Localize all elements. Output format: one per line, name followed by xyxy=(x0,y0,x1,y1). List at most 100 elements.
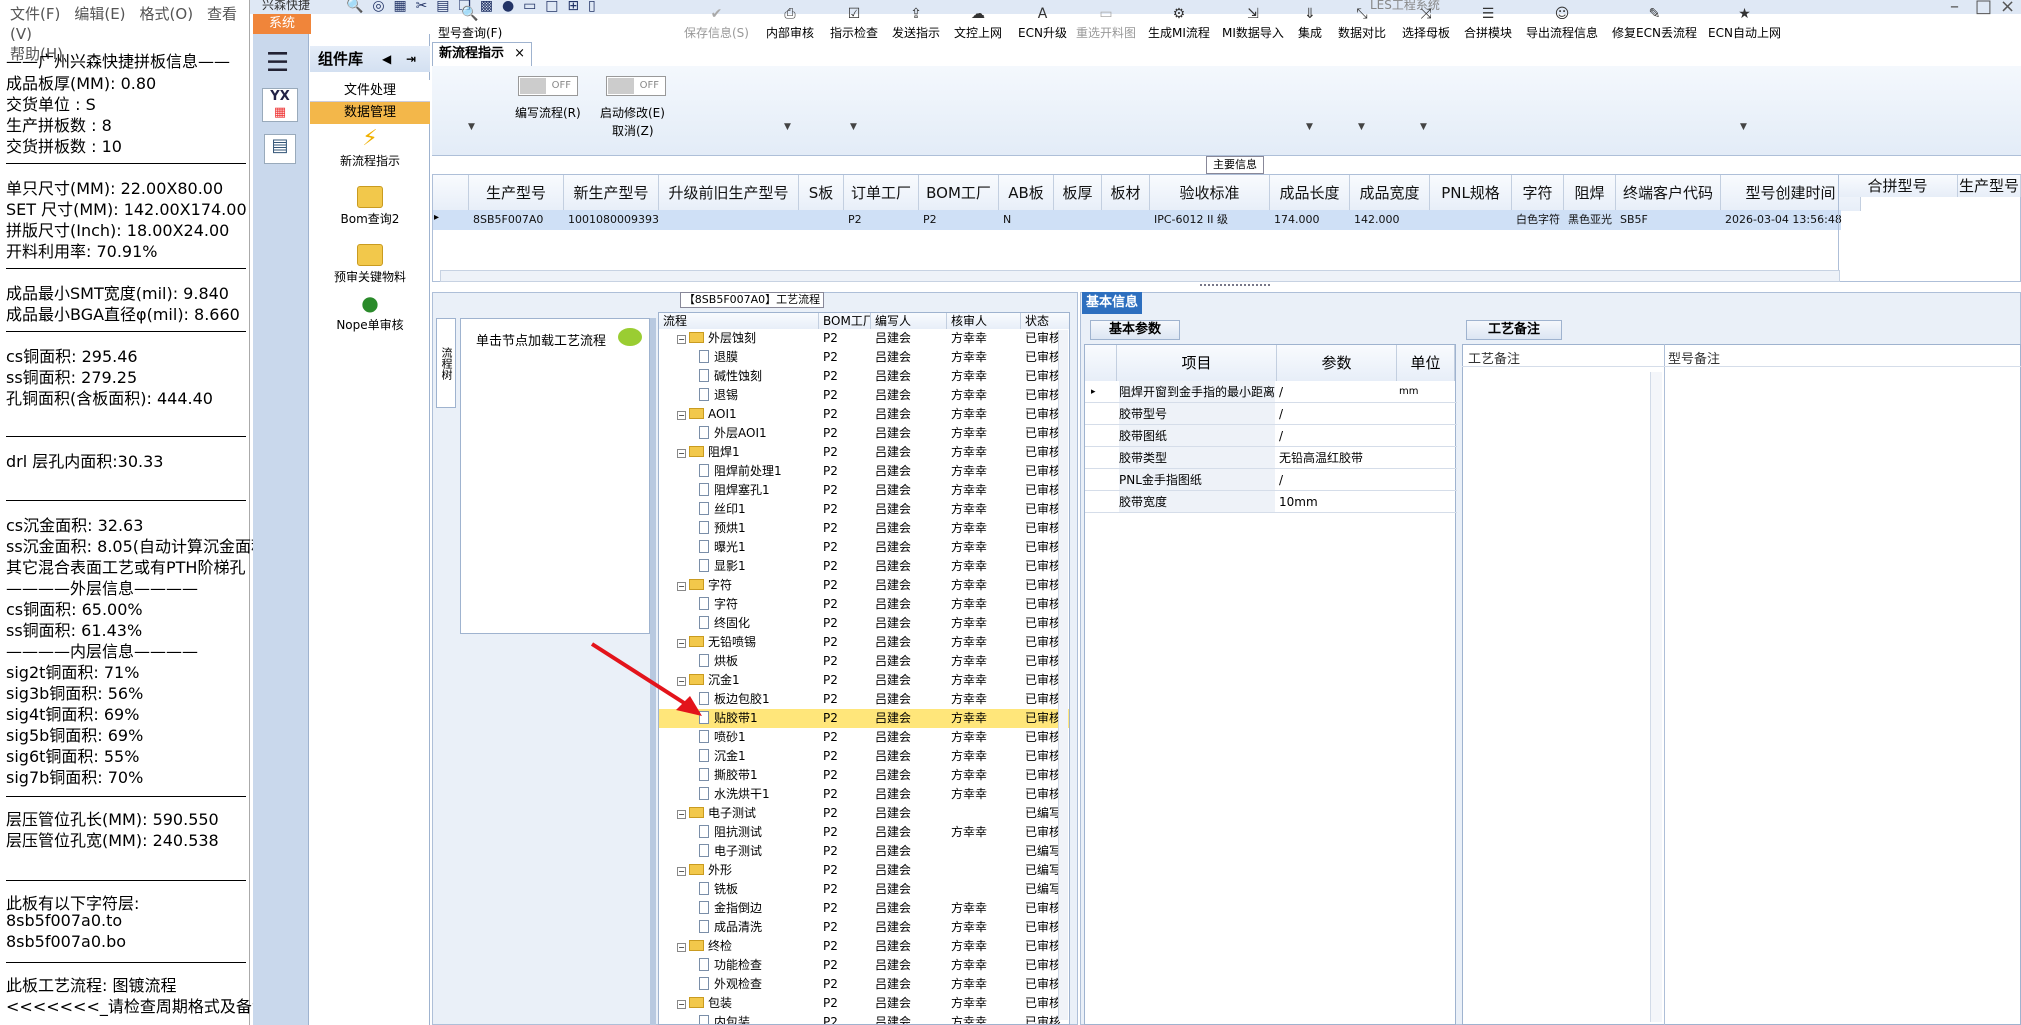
tab-file-processing[interactable]: 文件处理 xyxy=(310,80,430,102)
collapse-toggle-icon[interactable]: − xyxy=(677,1000,686,1009)
column-header[interactable]: 状态 xyxy=(1021,313,1069,329)
component-new-flow-indicator[interactable]: ⚡ 新流程指示 xyxy=(320,128,420,169)
tree-item-row[interactable]: 撕胶带1 P2 吕建会 方幸幸 已审核 xyxy=(659,766,1069,785)
edit-flow-toggle[interactable]: OFF xyxy=(518,76,578,96)
tree-node[interactable]: 外层AOI1 xyxy=(699,424,819,443)
tree-item-row[interactable]: 内包装 P2 吕建会 方幸幸 已审核 xyxy=(659,1013,1069,1024)
export-flow-button[interactable]: ☺ 导出流程信息 xyxy=(1526,6,1598,41)
tab-data-management[interactable]: 数据管理 xyxy=(310,102,430,124)
table-cell[interactable]: 174.000 xyxy=(1270,210,1350,230)
collapse-toggle-icon[interactable]: − xyxy=(677,411,686,420)
tree-node[interactable]: 外观检查 xyxy=(699,975,819,994)
tree-item-row[interactable]: 阻焊塞孔1 P2 吕建会 方幸幸 已审核 xyxy=(659,481,1069,500)
tree-node[interactable]: 预烘1 xyxy=(699,519,819,538)
tree-node[interactable]: 水洗烘干1 xyxy=(699,785,819,804)
tree-node[interactable]: 喷砂1 xyxy=(699,728,819,747)
tree-node[interactable]: 撕胶带1 xyxy=(699,766,819,785)
user-icon[interactable]: ● xyxy=(502,0,514,14)
tree-item-row[interactable]: 水洗烘干1 P2 吕建会 方幸幸 已审核 xyxy=(659,785,1069,804)
tree-node[interactable]: 阻抗测试 xyxy=(699,823,819,842)
table-cell[interactable]: IPC-6012 II 级 xyxy=(1150,210,1270,230)
table-row[interactable]: 胶带型号 / xyxy=(1085,403,1457,425)
collapse-toggle-icon[interactable]: − xyxy=(677,449,686,458)
chevron-down-icon[interactable]: ▼ xyxy=(850,122,857,132)
hamburger-menu-icon[interactable]: ☰ xyxy=(266,48,289,78)
collapse-toggle-icon[interactable]: − xyxy=(677,335,686,344)
tree-item-row[interactable]: 阻抗测试 P2 吕建会 方幸幸 已审核 xyxy=(659,823,1069,842)
chevron-down-icon[interactable]: ▼ xyxy=(784,122,791,132)
internal-review-button[interactable]: ⎙ 内部审核 xyxy=(766,6,814,41)
tree-folder-row[interactable]: − AOI1 P2 吕建会 方幸幸 已审核 xyxy=(659,405,1069,424)
column-header[interactable]: 单位 xyxy=(1397,345,1455,381)
tab-close-icon[interactable]: × xyxy=(514,43,525,65)
tree-node[interactable]: 碱性蚀刻 xyxy=(699,367,819,386)
indicator-check-button[interactable]: ☑ 指示检查 xyxy=(830,6,878,41)
tree-node[interactable]: 烘板 xyxy=(699,652,819,671)
tree-folder-row[interactable]: − 沉金1 P2 吕建会 方幸幸 已审核 xyxy=(659,671,1069,690)
tree-item-row[interactable]: 烘板 P2 吕建会 方幸幸 已审核 xyxy=(659,652,1069,671)
table-row[interactable]: ▸ 阻焊开窗到金手指的最小距离 / mm xyxy=(1085,381,1457,403)
table-cell[interactable]: 142.000 xyxy=(1350,210,1430,230)
collapse-toggle-icon[interactable]: − xyxy=(677,867,686,876)
tree-item-row[interactable]: 丝印1 P2 吕建会 方幸幸 已审核 xyxy=(659,500,1069,519)
tree-folder-row[interactable]: − 外形 P2 吕建会 已编写 xyxy=(659,861,1069,880)
column-header[interactable]: BOM工厂 xyxy=(819,313,871,329)
component-prereview-materials[interactable]: 预审关键物料 xyxy=(320,244,420,285)
splitter-grip[interactable] xyxy=(1200,284,1270,288)
table-cell[interactable] xyxy=(1430,210,1512,230)
tree-node[interactable]: − 外层蚀刻 xyxy=(677,329,819,348)
column-header[interactable]: 项目 xyxy=(1117,345,1277,381)
tree-folder-row[interactable]: − 电子测试 P2 吕建会 已编写 xyxy=(659,804,1069,823)
tree-node[interactable]: 板边包胶1 xyxy=(699,690,819,709)
cancel-button[interactable]: 取消(Z) xyxy=(612,122,654,139)
tab-basic-params[interactable]: 基本参数 xyxy=(1090,320,1180,340)
monitor-icon[interactable]: ▭ xyxy=(523,0,536,14)
table-cell[interactable]: N xyxy=(999,210,1054,230)
table-cell-param[interactable]: / xyxy=(1279,381,1395,403)
collapse-toggle-icon[interactable]: − xyxy=(677,582,686,591)
horizontal-scrollbar[interactable] xyxy=(440,270,1840,282)
globe-icon[interactable]: ◎ xyxy=(372,0,384,14)
tree-node[interactable]: 退膜 xyxy=(699,348,819,367)
tree-folder-row[interactable]: − 字符 P2 吕建会 方幸幸 已审核 xyxy=(659,576,1069,595)
tree-item-row[interactable]: 退膜 P2 吕建会 方幸幸 已审核 xyxy=(659,348,1069,367)
send-indicator-button[interactable]: ⇪ 发送指示 xyxy=(892,6,940,41)
menu-format[interactable]: 格式(O) xyxy=(140,5,194,23)
collapse-toggle-icon[interactable]: − xyxy=(677,810,686,819)
table-cell[interactable]: 白色字符 xyxy=(1512,210,1564,230)
table-cell[interactable]: 10010800093932 xyxy=(564,210,659,230)
collapse-icon[interactable]: ◀ xyxy=(382,46,391,72)
chevron-down-icon[interactable]: ▼ xyxy=(1358,122,1365,132)
table-cell-param[interactable]: / xyxy=(1279,469,1395,491)
table-cell[interactable]: P2 xyxy=(919,210,999,230)
tree-node[interactable]: 显影1 xyxy=(699,557,819,576)
scissors-icon[interactable]: ✂ xyxy=(416,0,428,14)
component-nope-review[interactable]: ● Nope单审核 xyxy=(320,292,420,333)
tree-item-row[interactable]: 显影1 P2 吕建会 方幸幸 已审核 xyxy=(659,557,1069,576)
tree-item-row[interactable]: 板边包胶1 P2 吕建会 方幸幸 已审核 xyxy=(659,690,1069,709)
start-edit-toggle[interactable]: OFF xyxy=(606,76,666,96)
tree-folder-row[interactable]: − 包装 P2 吕建会 方幸幸 已审核 xyxy=(659,994,1069,1013)
tree-item-row[interactable]: 电子测试 P2 吕建会 已编写 xyxy=(659,842,1069,861)
tree-item-row[interactable]: 功能检查 P2 吕建会 方幸幸 已审核 xyxy=(659,956,1069,975)
yx-app-icon[interactable]: YX ▦ xyxy=(262,88,298,122)
tree-item-row[interactable]: 贴胶带1 P2 吕建会 方幸幸 已审核 xyxy=(659,709,1069,728)
remarks-scrollbar[interactable] xyxy=(1650,372,1662,1022)
tree-node[interactable]: 贴胶带1 xyxy=(699,709,819,728)
tree-item-row[interactable]: 曝光1 P2 吕建会 方幸幸 已审核 xyxy=(659,538,1069,557)
fix-ecn-button[interactable]: ✎ 修复ECN丢流程 xyxy=(1612,6,1697,41)
tree-item-row[interactable]: 外观检查 P2 吕建会 方幸幸 已审核 xyxy=(659,975,1069,994)
tree-folder-row[interactable]: − 外层蚀刻 P2 吕建会 方幸幸 已审核 xyxy=(659,329,1069,348)
table-cell[interactable] xyxy=(1054,210,1102,230)
tree-item-row[interactable]: 字符 P2 吕建会 方幸幸 已审核 xyxy=(659,595,1069,614)
search-icon[interactable]: 🔍 xyxy=(346,0,363,14)
minimize-icon[interactable]: – xyxy=(1950,0,1959,17)
tree-item-row[interactable]: 终固化 P2 吕建会 方幸幸 已审核 xyxy=(659,614,1069,633)
menu-file[interactable]: 文件(F) xyxy=(10,5,60,23)
column-header[interactable]: 流程 xyxy=(659,313,819,329)
pin-icon[interactable]: ⇥ xyxy=(406,46,416,72)
tree-node[interactable]: 阻焊塞孔1 xyxy=(699,481,819,500)
table-row[interactable]: 胶带宽度 10mm xyxy=(1085,491,1457,513)
table-row[interactable]: PNL金手指图纸 / xyxy=(1085,469,1457,491)
ecn-upgrade-button[interactable]: A ECN升级 xyxy=(1018,6,1067,41)
